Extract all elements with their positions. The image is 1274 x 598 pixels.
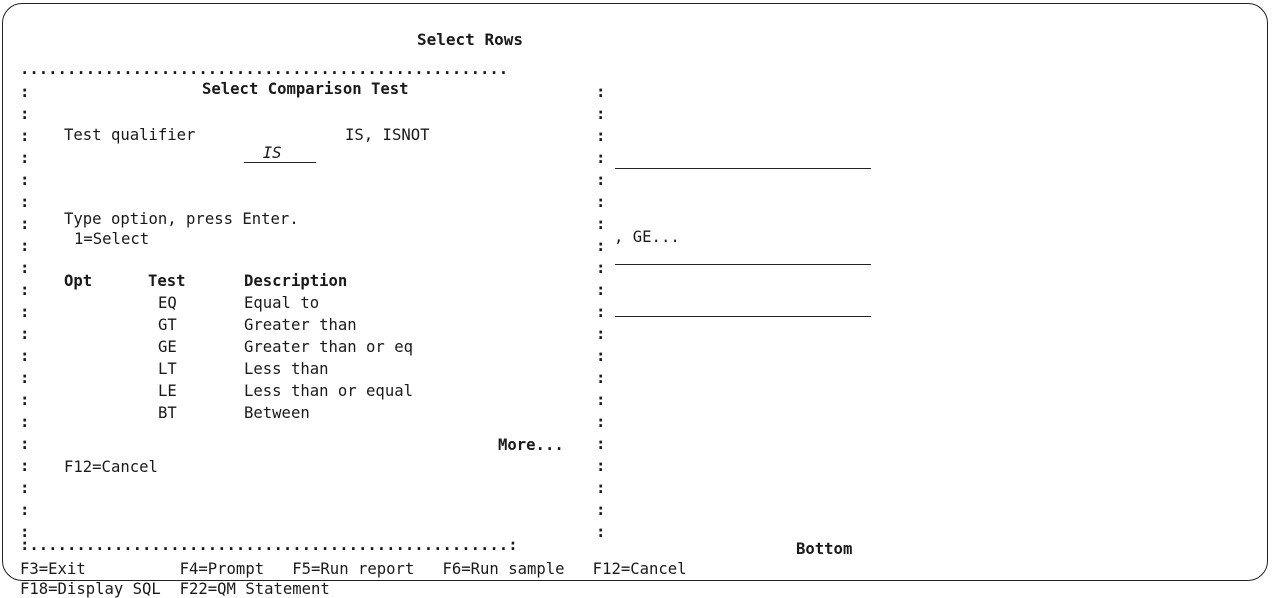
more-indicator: More... xyxy=(498,436,564,454)
test-description: Less than xyxy=(244,360,329,378)
underlying-fragment-text: , GE... xyxy=(614,228,680,246)
option-hint: 1=Select xyxy=(74,230,150,248)
opt-input[interactable] xyxy=(64,360,94,378)
column-header-description: Description xyxy=(244,272,348,290)
opt-input[interactable] xyxy=(64,294,94,312)
test-code: LE xyxy=(158,382,177,400)
test-code: GE xyxy=(158,338,177,356)
opt-input[interactable] xyxy=(64,338,94,356)
test-code: GT xyxy=(158,316,177,334)
qualifier-input[interactable]: IS xyxy=(244,126,316,163)
test-description: Between xyxy=(244,404,310,422)
opt-input[interactable] xyxy=(64,382,94,400)
underlying-input-field-1[interactable] xyxy=(615,167,871,169)
test-code: LT xyxy=(158,360,177,378)
underlying-input-field-2[interactable] xyxy=(615,263,871,265)
test-description: Greater than xyxy=(244,316,357,334)
bottom-indicator: Bottom xyxy=(796,540,853,558)
screen-title: Select Rows xyxy=(417,30,523,49)
opt-input[interactable] xyxy=(64,404,94,422)
test-description: Equal to xyxy=(244,294,320,312)
popup-title: Select Comparison Test xyxy=(202,80,409,98)
qualifier-value: IS xyxy=(262,144,282,162)
qualifier-options: IS, ISNOT xyxy=(345,126,430,144)
function-keys-line-1[interactable]: F3=Exit F4=Prompt F5=Run report F6=Run s… xyxy=(20,560,687,578)
popup-cancel-key[interactable]: F12=Cancel xyxy=(64,458,158,476)
function-keys-line-2[interactable]: F18=Display SQL F22=QM Statement xyxy=(20,580,330,598)
terminal-frame xyxy=(2,3,1268,581)
qualifier-label: Test qualifier xyxy=(64,126,196,144)
test-code: EQ xyxy=(158,294,177,312)
column-header-test: Test xyxy=(148,272,186,290)
popup-bottom-border: :.......................................… xyxy=(20,536,518,554)
test-description: Less than or equal xyxy=(244,382,413,400)
underlying-input-field-3[interactable] xyxy=(615,315,871,317)
opt-input[interactable] xyxy=(64,316,94,334)
test-code: BT xyxy=(158,404,177,422)
test-description: Greater than or eq xyxy=(244,338,413,356)
popup-top-border: ........................................… xyxy=(20,60,518,78)
column-header-opt: Opt xyxy=(64,272,93,290)
instruction-text: Type option, press Enter. xyxy=(64,210,299,228)
